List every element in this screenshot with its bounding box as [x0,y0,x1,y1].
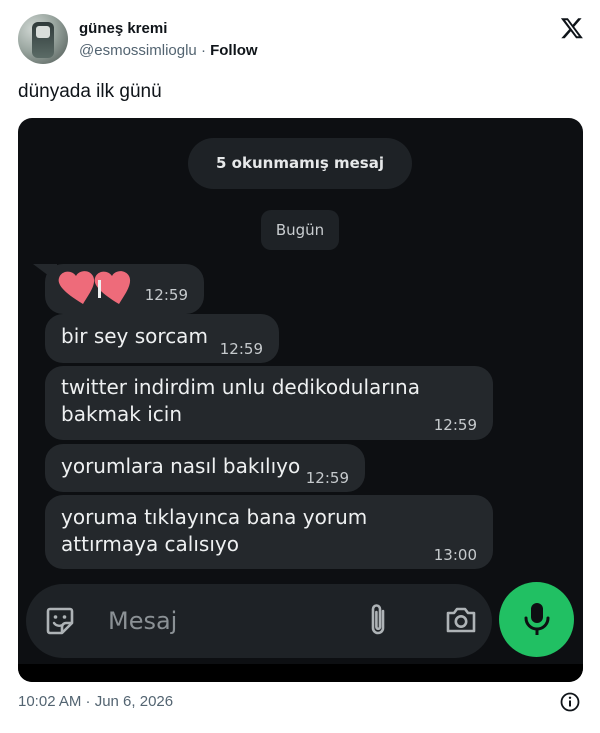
hearts-emoji-icon [58,271,131,304]
message-text: twitter indirdim unlu dedikodularına bak… [61,375,420,426]
message-bubble: yoruma tıklayınca bana yorum attırmaya c… [45,495,493,569]
message-time: 12:59 [305,469,349,487]
message-text: yorumlara nasıl bakılıyo [61,454,301,478]
message-bubble: bir sey sorcam 12:59 [45,314,279,363]
message-text: yoruma tıklayınca bana yorum attırmaya c… [61,505,368,556]
media-bottom-bar [18,664,583,682]
paperclip-icon[interactable] [366,602,390,638]
message-bubble: twitter indirdim unlu dedikodularına bak… [45,366,493,440]
unread-banner: 5 okunmamış mesaj [188,138,412,189]
message-time: 13:00 [433,546,477,564]
message-bubble: 12:59 [33,264,204,314]
message-time: 12:59 [433,416,477,434]
chat-screenshot-media[interactable]: 5 okunmamış mesaj Bugün 12:59 bir sey so… [18,118,583,682]
camera-icon[interactable] [444,604,478,636]
microphone-icon [524,603,550,635]
tweet-header: güneş kremi @esmossimlioglu · Follow [18,12,584,68]
message-text: bir sey sorcam [61,324,208,348]
date-chip: Bugün [261,210,339,250]
message-time: 12:59 [144,286,188,304]
info-icon[interactable] [560,692,580,712]
message-bubble: yorumlara nasıl bakılıyo 12:59 [45,444,365,492]
separator: · [200,42,206,59]
message-input[interactable]: Mesaj [108,607,177,635]
avatar[interactable] [18,14,68,64]
x-logo-icon[interactable] [560,16,584,40]
voice-message-button[interactable] [499,582,574,657]
message-time: 12:59 [219,340,263,358]
tweet-text: dünyada ilk günü [18,81,162,102]
display-name[interactable]: güneş kremi [79,20,167,37]
message-composer[interactable]: Mesaj [26,584,492,658]
handle-row: @esmossimlioglu · Follow [79,42,258,59]
handle[interactable]: @esmossimlioglu [79,42,197,59]
follow-button[interactable]: Follow [210,42,258,59]
tweet-timestamp[interactable]: 10:02 AM · Jun 6, 2026 [18,693,173,710]
sticker-icon[interactable] [44,605,76,637]
